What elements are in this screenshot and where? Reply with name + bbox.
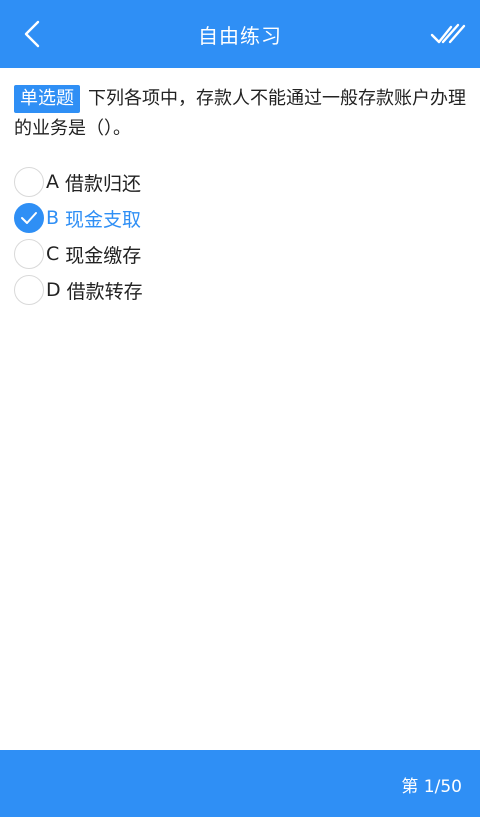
question-progress[interactable]: 第 1/50 xyxy=(401,772,462,797)
radio-icon[interactable] xyxy=(14,275,44,305)
options-list: A 借款归还 B 现金支取 C 现金缴存 D 借款转存 xyxy=(14,164,466,308)
double-check-icon xyxy=(430,23,466,44)
option-letter: D xyxy=(46,279,61,301)
bottom-bar: 第 1/50 xyxy=(0,750,480,817)
option-text: 借款归还 xyxy=(65,172,142,195)
page-title: 自由练习 xyxy=(198,23,282,48)
option-text: 现金支取 xyxy=(65,208,142,231)
radio-checked-icon[interactable] xyxy=(14,203,44,233)
question-block: 单选题 下列各项中，存款人不能通过一般存款账户办理的业务是（）。 xyxy=(14,84,466,144)
option-b[interactable]: B 现金支取 xyxy=(14,200,466,236)
chevron-left-icon xyxy=(24,20,40,48)
check-icon xyxy=(21,212,37,224)
question-type-badge: 单选题 xyxy=(14,85,80,113)
back-button[interactable] xyxy=(12,14,52,54)
radio-icon[interactable] xyxy=(14,167,44,197)
question-text: 下列各项中，存款人不能通过一般存款账户办理的业务是（）。 xyxy=(14,88,466,139)
option-letter: C xyxy=(46,243,60,265)
option-text: 借款转存 xyxy=(66,280,143,303)
option-letter: B xyxy=(46,207,60,229)
option-letter: A xyxy=(46,171,59,193)
option-text: 现金缴存 xyxy=(65,244,142,267)
option-a[interactable]: A 借款归还 xyxy=(14,164,466,200)
radio-icon[interactable] xyxy=(14,239,44,269)
top-bar: 自由练习 xyxy=(0,0,480,68)
submit-button[interactable] xyxy=(426,14,470,54)
option-c[interactable]: C 现金缴存 xyxy=(14,236,466,272)
option-d[interactable]: D 借款转存 xyxy=(14,272,466,308)
